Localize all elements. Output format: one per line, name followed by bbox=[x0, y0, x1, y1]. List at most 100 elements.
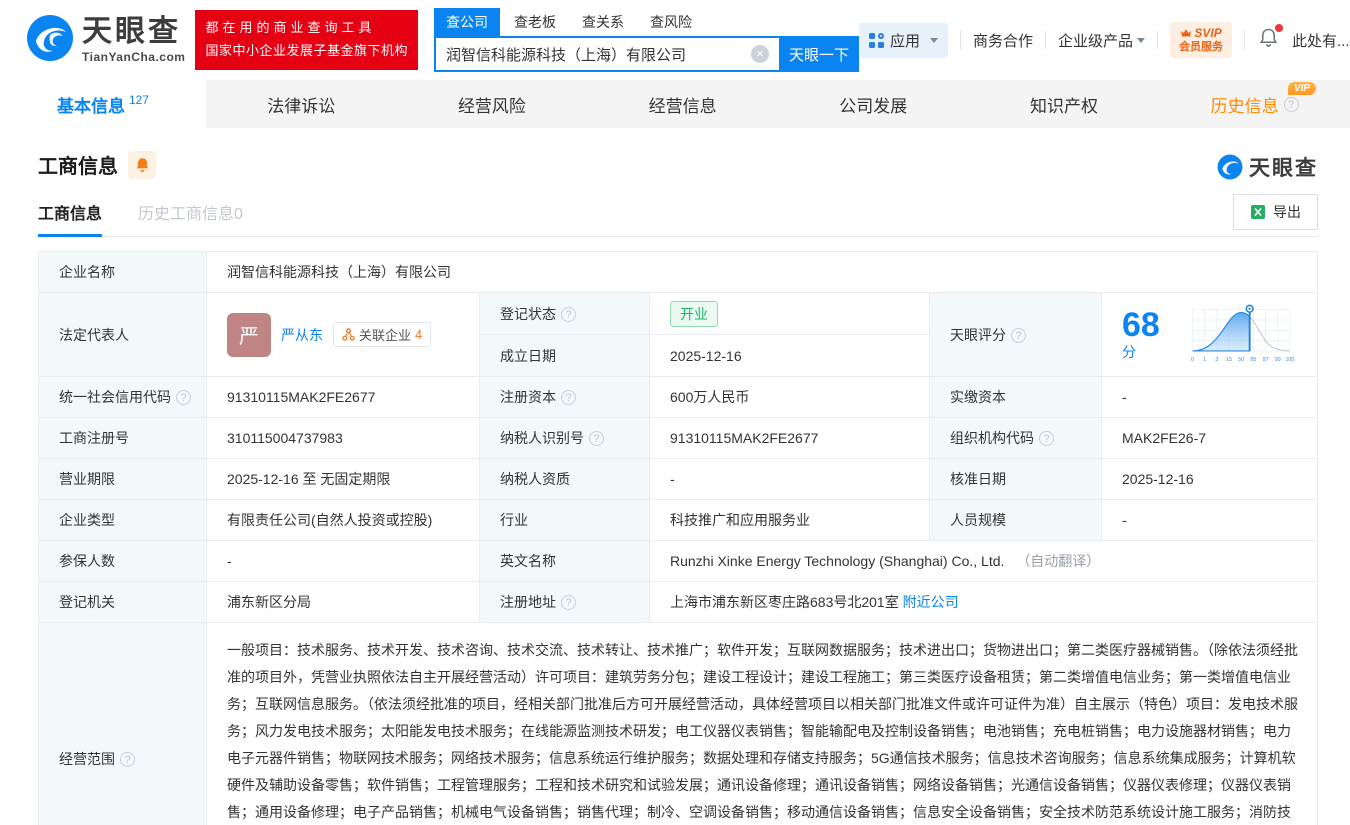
taxpayer-id-value: 91310115MAK2FE2677 bbox=[650, 418, 930, 459]
apps-label: 应用 bbox=[890, 30, 920, 51]
search-tabs: 查公司 查老板 查关系 查风险 bbox=[434, 8, 859, 36]
field-label: 统一社会信用代码 bbox=[59, 389, 171, 405]
related-label: 关联企业 bbox=[359, 325, 411, 344]
tab-legal-proceedings[interactable]: 法律诉讼 bbox=[206, 80, 397, 128]
slogan-line1: 都在用的商业查询工具 bbox=[205, 17, 408, 40]
field-label: 法定代表人 bbox=[59, 327, 129, 343]
search-block: 查公司 查老板 查关系 查风险 天眼一下 bbox=[434, 8, 859, 72]
field-label: 人员规模 bbox=[950, 512, 1006, 528]
taxpayer-qualification-value: - bbox=[650, 459, 930, 500]
vip-badge: VIP bbox=[1288, 82, 1316, 95]
related-count: 4 bbox=[415, 327, 422, 342]
field-label: 核准日期 bbox=[950, 471, 1006, 487]
divider bbox=[1157, 31, 1158, 49]
credit-code-value: 91310115MAK2FE2677 bbox=[207, 377, 480, 418]
table-row: 企业类型 有限责任公司(自然人投资或控股) 行业 科技推广和应用服务业 人员规模… bbox=[39, 500, 1318, 541]
tab-label: 经营信息 bbox=[649, 92, 717, 117]
tab-company-development[interactable]: 公司发展 bbox=[778, 80, 969, 128]
paid-capital-value: - bbox=[1102, 377, 1318, 418]
company-nav-tabs: 基本信息 127 法律诉讼 经营风险 经营信息 公司发展 知识产权 历史信息 V… bbox=[0, 80, 1350, 128]
table-row: 企业名称 润智信科能源科技（上海）有限公司 bbox=[39, 252, 1318, 293]
help-icon[interactable] bbox=[120, 752, 135, 767]
tab-business-info[interactable]: 经营信息 bbox=[587, 80, 778, 128]
score-distribution-chart: 0 1 3 15 50 85 97 99 100 bbox=[1185, 300, 1297, 370]
org-code-value: MAK2FE26-7 bbox=[1102, 418, 1318, 459]
field-label: 成立日期 bbox=[500, 348, 556, 364]
tab-label: 知识产权 bbox=[1030, 92, 1098, 117]
field-label: 天眼评分 bbox=[950, 327, 1006, 343]
svip-member-button[interactable]: SVIP 会员服务 bbox=[1170, 22, 1232, 59]
tianyan-score[interactable]: 68分 bbox=[1122, 300, 1303, 370]
notification-dot bbox=[1275, 24, 1283, 32]
field-label: 纳税人识别号 bbox=[500, 430, 584, 446]
divider bbox=[1045, 31, 1046, 49]
divider bbox=[1244, 31, 1245, 49]
business-info-table: 企业名称 润智信科能源科技（上海）有限公司 法定代表人 严 严从东 bbox=[38, 251, 1318, 825]
help-icon[interactable] bbox=[176, 390, 191, 405]
apps-grid-icon bbox=[869, 33, 884, 48]
tab-intellectual-property[interactable]: 知识产权 bbox=[969, 80, 1160, 128]
avatar[interactable]: 严 bbox=[227, 313, 271, 357]
help-icon[interactable] bbox=[1011, 328, 1026, 343]
tab-label: 基本信息 bbox=[57, 92, 125, 117]
subtab-business-registration[interactable]: 工商信息 bbox=[38, 200, 102, 236]
search-tab-relation[interactable]: 查关系 bbox=[570, 8, 636, 36]
crown-icon bbox=[1180, 28, 1192, 38]
help-icon[interactable] bbox=[1039, 431, 1054, 446]
nearby-companies-link[interactable]: 附近公司 bbox=[903, 594, 959, 610]
help-icon[interactable] bbox=[561, 307, 576, 322]
page-title: 工商信息 bbox=[38, 150, 118, 179]
search-tab-company[interactable]: 查公司 bbox=[434, 8, 500, 36]
field-label: 注册地址 bbox=[500, 594, 556, 610]
svip-line1: SVIP bbox=[1194, 26, 1221, 41]
field-label: 纳税人资质 bbox=[500, 471, 570, 487]
slogan-line2: 国家中小企业发展子基金旗下机构 bbox=[205, 40, 408, 63]
search-input[interactable] bbox=[434, 36, 779, 72]
logo-title: 天眼查 bbox=[82, 17, 185, 47]
svg-text:15: 15 bbox=[1226, 357, 1232, 363]
reg-capital-value: 600万人民币 bbox=[650, 377, 930, 418]
search-tab-boss[interactable]: 查老板 bbox=[502, 8, 568, 36]
help-icon[interactable] bbox=[589, 431, 604, 446]
status-badge: 开业 bbox=[670, 301, 718, 327]
bell-icon bbox=[1259, 28, 1278, 48]
tab-history-info[interactable]: 历史信息 VIP bbox=[1159, 80, 1350, 128]
help-icon[interactable] bbox=[561, 390, 576, 405]
menu-enterprise[interactable]: 企业级产品 bbox=[1058, 30, 1145, 51]
tianyancha-logo[interactable]: 天眼查 TianYanCha.com bbox=[26, 14, 185, 67]
apps-menu[interactable]: 应用 bbox=[859, 23, 948, 58]
menu-more[interactable]: 此处有... bbox=[1292, 30, 1350, 51]
field-label: 营业期限 bbox=[59, 471, 115, 487]
auto-translate-note: （自动翻译） bbox=[1016, 553, 1100, 569]
legal-rep-link[interactable]: 严从东 bbox=[281, 325, 323, 345]
menu-cooperation[interactable]: 商务合作 bbox=[973, 30, 1033, 51]
field-label: 工商注册号 bbox=[59, 430, 129, 446]
table-row: 参保人数 - 英文名称 Runzhi Xinke Energy Technolo… bbox=[39, 541, 1318, 582]
help-icon[interactable] bbox=[1284, 97, 1299, 112]
search-tab-risk[interactable]: 查风险 bbox=[638, 8, 704, 36]
search-button[interactable]: 天眼一下 bbox=[779, 36, 859, 72]
svg-text:3: 3 bbox=[1215, 357, 1218, 363]
network-icon bbox=[342, 328, 355, 341]
tab-business-risk[interactable]: 经营风险 bbox=[397, 80, 588, 128]
more-label: 此处有... bbox=[1292, 30, 1350, 51]
help-icon[interactable] bbox=[561, 595, 576, 610]
subtab-history-registration[interactable]: 历史工商信息0 bbox=[138, 200, 243, 236]
svg-text:85: 85 bbox=[1250, 357, 1256, 363]
industry-value: 科技推广和应用服务业 bbox=[650, 500, 930, 541]
tab-basic-info[interactable]: 基本信息 127 bbox=[0, 80, 206, 128]
svg-text:97: 97 bbox=[1262, 357, 1268, 363]
table-row: 经营范围 一般项目：技术服务、技术开发、技术咨询、技术交流、技术转让、技术推广；… bbox=[39, 623, 1318, 825]
table-row: 工商注册号 310115004737983 纳税人识别号 91310115MAK… bbox=[39, 418, 1318, 459]
chevron-down-icon bbox=[1137, 38, 1145, 43]
clear-search-icon[interactable] bbox=[751, 45, 769, 63]
export-button[interactable]: 导出 bbox=[1233, 194, 1318, 230]
chevron-down-icon bbox=[930, 38, 938, 43]
related-companies-badge[interactable]: 关联企业 4 bbox=[333, 322, 431, 347]
field-label: 行业 bbox=[500, 512, 528, 528]
section-header: 工商信息 天眼查 bbox=[38, 150, 1318, 179]
notifications-button[interactable] bbox=[1257, 28, 1280, 52]
export-label: 导出 bbox=[1273, 202, 1301, 222]
section-sub-tabs: 工商信息 历史工商信息0 导出 bbox=[38, 195, 1318, 237]
subscribe-bell-button[interactable] bbox=[128, 151, 156, 179]
